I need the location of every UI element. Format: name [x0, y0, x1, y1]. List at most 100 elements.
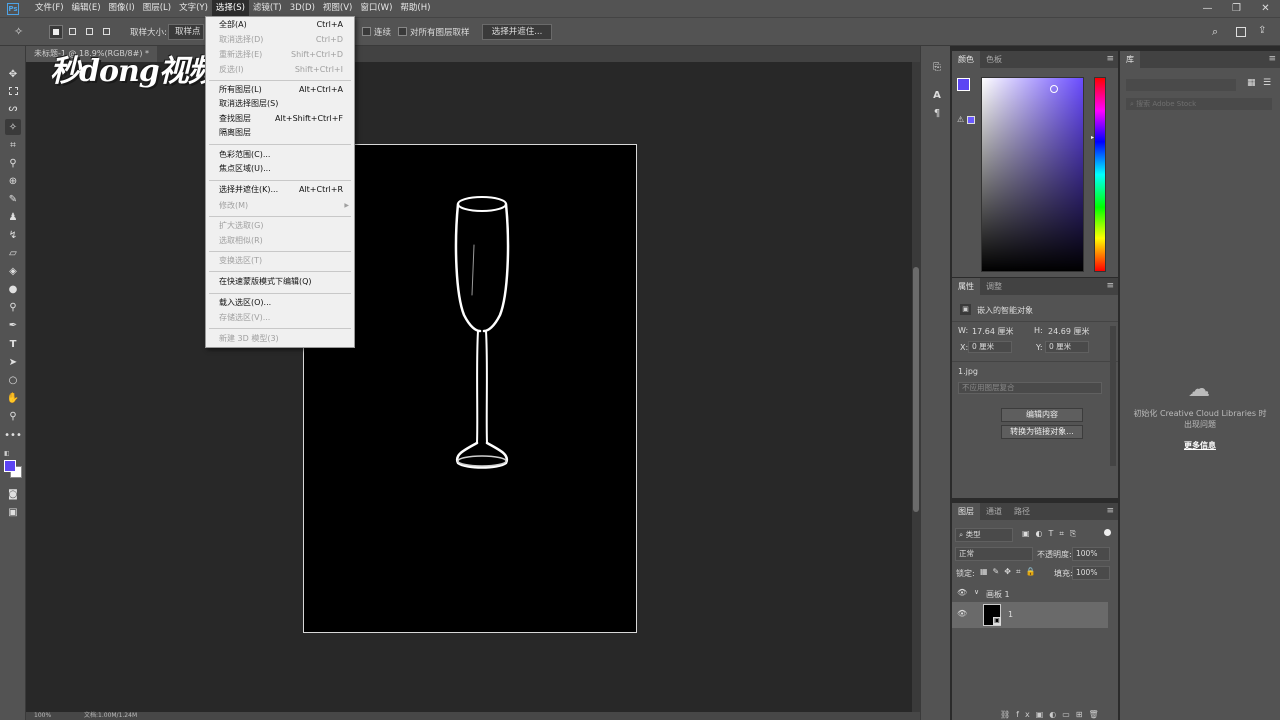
menu-item-quick-mask[interactable]: 在快速蒙版模式下编辑(Q) — [206, 275, 354, 289]
grid-view-icon[interactable]: ▦ — [1247, 78, 1256, 88]
eraser-tool-icon[interactable]: ▱ — [5, 245, 21, 261]
tab-swatches[interactable]: 色板 — [980, 51, 1008, 68]
menu-item-isolate-layers[interactable]: 隔离图层 — [206, 126, 354, 140]
pen-tool-icon[interactable]: ✒ — [5, 317, 21, 333]
character-panel-icon[interactable]: A — [931, 90, 943, 102]
eyedropper-tool-icon[interactable]: ⚲ — [5, 155, 21, 171]
menu-item-all-layers[interactable]: 所有图层(L) Alt+Ctrl+A — [206, 83, 354, 97]
layer-name[interactable]: 1 — [1008, 610, 1013, 619]
all-layers-checkbox[interactable] — [398, 27, 407, 36]
menu-type[interactable]: 文字(Y) — [175, 0, 212, 17]
filter-toggle-icon[interactable] — [1104, 529, 1111, 536]
y-field[interactable]: 0 厘米 — [1045, 341, 1089, 353]
tab-channels[interactable]: 通道 — [980, 503, 1008, 520]
dodge-tool-icon[interactable]: ⚲ — [5, 299, 21, 315]
intersect-selection-icon[interactable] — [100, 25, 114, 39]
panel-menu-icon[interactable]: ≡ — [1106, 54, 1114, 64]
visibility-eye-icon[interactable]: 👁 — [957, 609, 967, 618]
color-spectrum-field[interactable] — [981, 77, 1084, 272]
scrollbar-thumb[interactable] — [913, 267, 919, 512]
menu-view[interactable]: 视图(V) — [319, 0, 356, 17]
sample-size-select[interactable]: 取样点 — [168, 24, 204, 40]
zoom-tool-icon[interactable]: ⚲ — [5, 408, 21, 424]
menu-item-load-selection[interactable]: 载入选区(O)... — [206, 296, 354, 310]
web-safe-color-icon[interactable] — [967, 116, 975, 124]
foreground-color-swatch[interactable] — [957, 78, 970, 91]
panel-menu-icon[interactable]: ≡ — [1268, 54, 1276, 64]
width-value[interactable]: 17.64 厘米 — [972, 326, 1013, 337]
tab-adjustments[interactable]: 调整 — [980, 278, 1008, 295]
close-icon[interactable]: ✕ — [1251, 3, 1280, 14]
path-selection-tool-icon[interactable]: ➤ — [5, 354, 21, 370]
ellipse-tool-icon[interactable]: ○ — [5, 372, 21, 388]
share-icon[interactable]: ⇪ — [1258, 25, 1272, 39]
zoom-level[interactable]: 100% — [34, 712, 51, 720]
hand-tool-icon[interactable]: ✋ — [5, 390, 21, 406]
screen-mode-icon[interactable]: ▣ — [5, 504, 21, 520]
opacity-field[interactable]: 100% — [1072, 547, 1110, 561]
menu-help[interactable]: 帮助(H) — [396, 0, 434, 17]
paragraph-panel-icon[interactable]: ¶ — [931, 108, 943, 120]
gradient-tool-icon[interactable]: ◈ — [5, 263, 21, 279]
color-picker-cursor[interactable] — [1050, 85, 1058, 93]
contiguous-checkbox[interactable] — [362, 27, 371, 36]
layer-filter-icons[interactable]: ▣◐T⌗⎘ — [1022, 529, 1082, 539]
menu-image[interactable]: 图像(I) — [105, 0, 139, 17]
panel-menu-icon[interactable]: ≡ — [1106, 506, 1114, 516]
type-tool-icon[interactable]: T — [5, 336, 21, 352]
layer-comp-select[interactable]: 不应用图层复合 — [958, 382, 1102, 394]
library-select[interactable] — [1126, 79, 1236, 91]
tab-color[interactable]: 颜色 — [952, 51, 980, 68]
menu-edit[interactable]: 编辑(E) — [68, 0, 105, 17]
layer-actions-icons[interactable]: ⛓fx▣◐▭⊞🗑 — [1000, 710, 1105, 719]
menu-3d[interactable]: 3D(D) — [286, 0, 319, 17]
expand-arrow-icon[interactable]: ∨ — [974, 588, 979, 596]
menu-layer[interactable]: 图层(L) — [139, 0, 175, 17]
canvas-vertical-scrollbar[interactable] — [912, 62, 920, 712]
blur-tool-icon[interactable]: ● — [5, 281, 21, 297]
quick-mask-icon[interactable]: ◙ — [5, 486, 21, 502]
menu-filter[interactable]: 滤镜(T) — [249, 0, 286, 17]
foreground-color-swatch[interactable] — [4, 460, 16, 472]
edit-contents-button[interactable]: 编辑内容 — [1001, 408, 1083, 422]
more-info-link[interactable]: 更多信息 — [1120, 440, 1280, 451]
magic-wand-preset-icon[interactable]: ✧ — [14, 25, 28, 39]
minimize-icon[interactable]: — — [1193, 3, 1222, 14]
stock-search-input[interactable]: ⌕ 搜索 Adobe Stock — [1126, 98, 1272, 110]
workspace-icon[interactable] — [1234, 25, 1248, 39]
add-selection-icon[interactable] — [66, 25, 80, 39]
menu-window[interactable]: 窗口(W) — [356, 0, 396, 17]
layer-filter-select[interactable]: ⌕ 类型 — [955, 528, 1013, 542]
hue-slider[interactable]: ▸ — [1091, 77, 1106, 272]
properties-scrollbar[interactable] — [1110, 326, 1116, 466]
blend-mode-select[interactable]: 正常 — [955, 547, 1033, 561]
menu-item-find-layers[interactable]: 查找图层 Alt+Shift+Ctrl+F — [206, 112, 354, 126]
subtract-selection-icon[interactable] — [83, 25, 97, 39]
clone-stamp-tool-icon[interactable]: ♟ — [5, 209, 21, 225]
new-selection-icon[interactable] — [49, 25, 63, 39]
layer-row-artboard[interactable]: 👁 ∨ 画板 1 — [952, 585, 1108, 603]
hue-slider-handle[interactable]: ▸ — [1091, 134, 1094, 141]
healing-brush-tool-icon[interactable]: ⊕ — [5, 173, 21, 189]
crop-tool-icon[interactable]: ⌗ — [5, 137, 21, 153]
lock-icons[interactable]: ▦✎✥⌗🔒 — [980, 567, 1040, 577]
history-brush-tool-icon[interactable]: ↯ — [5, 227, 21, 243]
menu-file[interactable]: 文件(F) — [31, 0, 68, 17]
panel-menu-icon[interactable]: ≡ — [1106, 281, 1114, 291]
fill-field[interactable]: 100% — [1072, 566, 1110, 580]
menu-item-select-and-mask[interactable]: 选择并遮住(K)... Alt+Ctrl+R — [206, 183, 354, 197]
menu-select[interactable]: 选择(S) — [211, 0, 249, 17]
select-and-mask-button[interactable]: 选择并遮住... — [482, 24, 552, 40]
tab-properties[interactable]: 属性 — [952, 278, 980, 295]
menu-item-all[interactable]: 全部(A) Ctrl+A — [206, 18, 354, 32]
move-tool-icon[interactable]: ✥ — [5, 66, 21, 82]
visibility-eye-icon[interactable]: 👁 — [957, 588, 967, 597]
out-of-gamut-warning-icon[interactable]: ⚠ — [957, 115, 964, 124]
more-tools-icon[interactable]: ••• — [4, 427, 22, 443]
restore-icon[interactable]: ❐ — [1222, 3, 1251, 14]
marquee-tool-icon[interactable] — [5, 83, 21, 99]
brush-tool-icon[interactable]: ✎ — [5, 191, 21, 207]
tab-paths[interactable]: 路径 — [1008, 503, 1036, 520]
tab-layers[interactable]: 图层 — [952, 503, 980, 520]
x-field[interactable]: 0 厘米 — [968, 341, 1012, 353]
